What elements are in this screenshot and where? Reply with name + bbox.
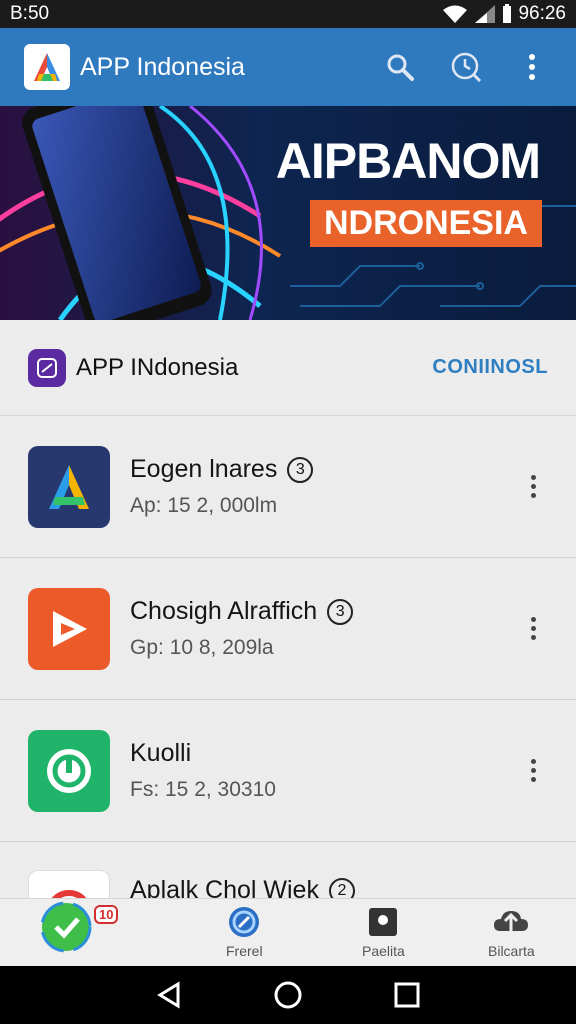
count-badge: 3 <box>287 456 314 483</box>
search-icon <box>387 54 414 81</box>
count-badge: 3 <box>327 598 354 625</box>
notification-badge: 10 <box>94 905 119 924</box>
nav-item-home[interactable]: 10 <box>38 895 119 959</box>
history-search-button[interactable] <box>446 47 486 87</box>
nav-label: Paelita <box>362 943 405 959</box>
app-meta: Fs: 15 2, 30310 <box>130 778 276 801</box>
app-meta: Gp: 10 8, 209la <box>130 636 274 659</box>
compass-icon <box>229 907 260 937</box>
search-button[interactable] <box>380 47 420 87</box>
section-see-more-link[interactable]: CONIINOSL <box>432 356 548 379</box>
app-name: Eogen lnares <box>130 455 278 483</box>
app-title: APP Indonesia <box>80 52 245 81</box>
section-title: APP INdonesia <box>76 353 239 381</box>
signal-icon <box>475 5 496 23</box>
map-pin-square-icon <box>369 908 398 936</box>
app-logo-icon <box>24 44 70 90</box>
app-name: Chosigh Alraffich <box>130 597 318 625</box>
item-more-button[interactable] <box>518 746 548 796</box>
list-item[interactable]: Chosigh Alraffich 3 Gp: 10 8, 209la <box>0 558 576 700</box>
app-a-logo-icon <box>28 445 110 528</box>
promo-banner[interactable]: AIPBANOM NDRONESIA <box>0 106 576 320</box>
nav-label: Frerel <box>226 943 263 959</box>
play-icon <box>28 587 110 670</box>
nav-item-frerel[interactable]: Frerel <box>226 905 263 959</box>
recents-icon[interactable] <box>392 980 422 1010</box>
sync-check-icon <box>40 901 92 953</box>
home-icon[interactable] <box>273 980 303 1010</box>
wifi-icon <box>443 5 468 23</box>
more-vert-icon <box>529 54 535 80</box>
overflow-menu-button[interactable] <box>512 47 552 87</box>
nav-item-paelita[interactable]: Paelita <box>362 905 405 959</box>
list-item[interactable]: Eogen lnares 3 Ap: 15 2, 000lm <box>0 416 576 558</box>
cloud-share-icon <box>494 911 529 935</box>
back-icon[interactable] <box>154 980 184 1010</box>
power-icon <box>28 729 110 812</box>
timer-search-icon <box>451 52 482 83</box>
app-bar: APP Indonesia <box>0 28 576 106</box>
banner-subtitle-tag: NDRONESIA <box>309 200 542 247</box>
section-header: APP INdonesia CONIINOSL <box>0 320 576 416</box>
battery-icon <box>503 4 512 23</box>
status-clock: 96:26 <box>518 3 566 24</box>
app-name: Kuolli <box>130 739 192 767</box>
banner-title: AIPBANOM <box>275 133 541 189</box>
item-more-button[interactable] <box>518 462 548 512</box>
status-time: B:50 <box>10 3 50 24</box>
app-meta: Ap: 15 2, 000lm <box>130 494 278 517</box>
item-more-button[interactable] <box>518 604 548 654</box>
nav-item-bilcarta[interactable]: Bilcarta <box>488 905 535 959</box>
list-item[interactable]: Kuolli Fs: 15 2, 30310 <box>0 700 576 842</box>
system-navigation-bar <box>0 966 576 1024</box>
nav-label: Bilcarta <box>488 943 535 959</box>
status-icons: 96:26 <box>442 3 566 25</box>
bottom-navigation: 10 Frerel Paelita Bilcarta <box>0 898 576 966</box>
section-app-icon <box>28 348 66 387</box>
status-bar: B:50 96:26 <box>0 0 576 28</box>
